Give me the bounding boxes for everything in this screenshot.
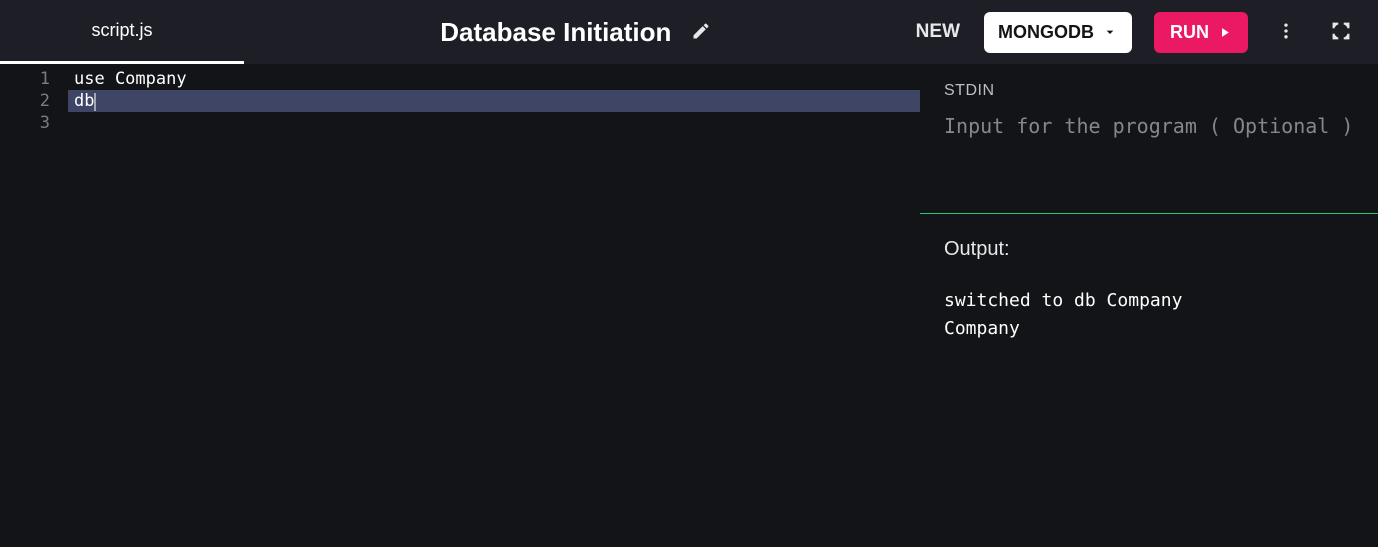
code-line[interactable]: use Company [68,68,920,90]
new-button[interactable]: NEW [914,13,962,51]
play-icon [1217,25,1232,40]
fullscreen-button[interactable] [1324,14,1358,51]
text-cursor [94,93,96,111]
code-line[interactable]: db [68,90,920,112]
code-editor[interactable]: 123 use Companydb [0,64,920,547]
output-label: Output: [944,238,1354,261]
stdin-label: STDIN [944,82,1354,100]
line-number: 3 [0,112,50,134]
code-line[interactable] [68,112,920,134]
line-number: 1 [0,68,50,90]
stdin-input[interactable] [944,114,1354,174]
file-tab[interactable]: script.js [0,0,244,64]
chevron-down-icon [1102,24,1118,40]
toolbar-right: NEW MONGODB RUN [914,12,1358,53]
code-area[interactable]: use Companydb [68,64,920,547]
output-section: Output: switched to db Company Company [920,214,1378,547]
title-wrap: Database Initiation [244,15,914,50]
toolbar: script.js Database Initiation NEW MONGOD… [0,0,1378,64]
io-panel: STDIN Output: switched to db Company Com… [920,64,1378,547]
page-title: Database Initiation [440,17,671,48]
stdin-section: STDIN [920,64,1378,214]
line-gutter: 123 [0,64,68,547]
edit-title-button[interactable] [685,15,717,50]
more-menu-button[interactable] [1270,15,1302,50]
more-vertical-icon [1276,21,1296,41]
fullscreen-icon [1330,20,1352,42]
run-button[interactable]: RUN [1154,12,1248,53]
language-select-label: MONGODB [998,22,1094,43]
pencil-icon [691,21,711,41]
main: 123 use Companydb STDIN Output: switched… [0,64,1378,547]
output-text: switched to db Company Company [944,287,1354,343]
run-button-label: RUN [1170,22,1209,43]
line-number: 2 [0,90,50,112]
language-select[interactable]: MONGODB [984,12,1132,53]
file-tab-label: script.js [91,20,152,41]
